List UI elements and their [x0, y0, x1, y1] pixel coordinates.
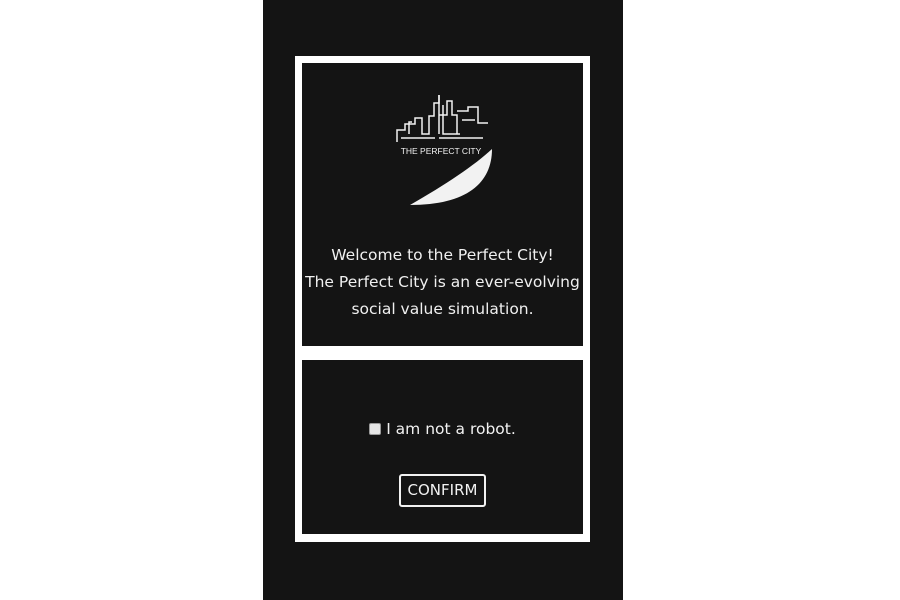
not-robot-label: I am not a robot.	[386, 420, 516, 438]
moon-icon	[410, 149, 492, 205]
welcome-line-2: The Perfect City is an ever-evolving	[305, 273, 580, 291]
welcome-panel: THE PERFECT CITY Welcome to the Perfect …	[302, 63, 583, 346]
verification-panel: I am not a robot. CONFIRM	[302, 360, 583, 534]
welcome-line-1: Welcome to the Perfect City!	[331, 246, 554, 264]
app-screen: THE PERFECT CITY Welcome to the Perfect …	[263, 0, 623, 600]
not-robot-checkbox[interactable]	[369, 423, 382, 435]
main-frame: THE PERFECT CITY Welcome to the Perfect …	[295, 56, 590, 542]
confirm-button[interactable]: CONFIRM	[399, 474, 486, 507]
logo-text: THE PERFECT CITY	[401, 146, 482, 156]
welcome-text: Welcome to the Perfect City! The Perfect…	[302, 242, 583, 323]
welcome-line-3: social value simulation.	[351, 300, 534, 318]
perfect-city-logo: THE PERFECT CITY	[395, 93, 505, 211]
captcha-row: I am not a robot.	[302, 419, 583, 439]
